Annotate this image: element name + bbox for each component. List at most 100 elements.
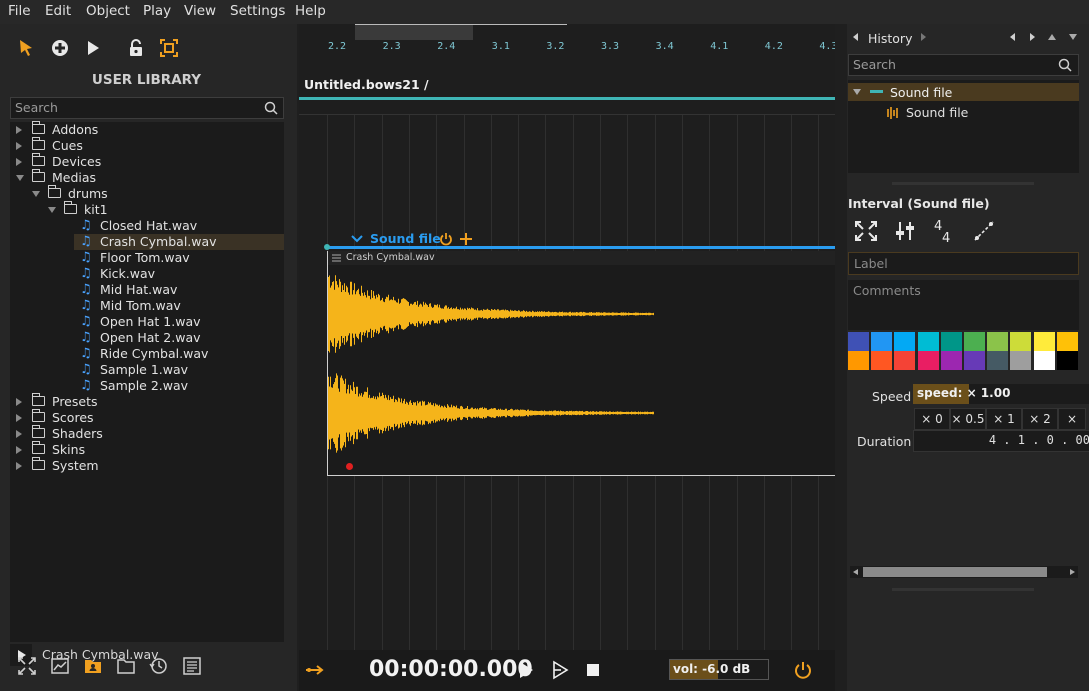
fullscreen-icon[interactable] bbox=[17, 656, 37, 676]
tree-file-item[interactable]: ♫ Mid Tom.wav bbox=[10, 298, 284, 314]
color-swatch[interactable] bbox=[940, 351, 962, 370]
tree-folder-item[interactable]: Devices bbox=[10, 153, 284, 170]
tree-file-item[interactable]: ♫ Crash Cymbal.wav bbox=[74, 234, 284, 250]
create-tool-icon[interactable] bbox=[50, 38, 70, 58]
tree-folder-item[interactable]: drums bbox=[10, 185, 284, 202]
menu-object[interactable]: Object bbox=[86, 3, 130, 19]
comments-input[interactable]: Comments bbox=[848, 280, 1079, 330]
color-swatch[interactable] bbox=[940, 332, 962, 351]
log-icon[interactable] bbox=[182, 656, 202, 676]
chevron-right-icon[interactable] bbox=[16, 430, 22, 438]
horizontal-scrollbar[interactable] bbox=[850, 566, 1078, 578]
color-swatch[interactable] bbox=[871, 351, 893, 370]
play-icon[interactable] bbox=[517, 660, 535, 680]
chevron-down-icon[interactable] bbox=[853, 89, 861, 95]
scroll-left-icon[interactable] bbox=[853, 569, 858, 575]
history-label[interactable]: History bbox=[868, 31, 912, 46]
library-search-input[interactable]: Search bbox=[10, 97, 284, 119]
playhead-marker[interactable] bbox=[346, 463, 353, 470]
color-swatch[interactable] bbox=[1033, 351, 1055, 370]
history-icon[interactable] bbox=[149, 656, 169, 676]
tree-folder-item[interactable]: System bbox=[10, 457, 284, 474]
nav-right-icon[interactable] bbox=[1030, 33, 1036, 41]
tree-file-item[interactable]: ♫ Open Hat 2.wav bbox=[10, 330, 284, 346]
color-swatch[interactable] bbox=[964, 351, 985, 370]
color-swatch[interactable] bbox=[917, 332, 939, 351]
chevron-right-icon[interactable] bbox=[16, 398, 22, 406]
menu-play[interactable]: Play bbox=[143, 3, 171, 19]
nav-up-icon[interactable] bbox=[1048, 34, 1056, 40]
power-icon[interactable] bbox=[439, 232, 453, 246]
arrow-right-icon[interactable] bbox=[921, 33, 927, 41]
tree-file-item[interactable]: ♫ Sample 1.wav bbox=[10, 362, 284, 378]
process-interval-bar[interactable] bbox=[327, 246, 835, 249]
loop-arrow-icon[interactable] bbox=[305, 664, 327, 676]
breadcrumb[interactable]: Untitled.bows21 / bbox=[304, 77, 429, 92]
speed-preset-button[interactable]: × 2 bbox=[1022, 408, 1058, 430]
color-swatch[interactable] bbox=[987, 351, 1009, 370]
color-swatch[interactable] bbox=[894, 351, 916, 370]
play-from-icon[interactable] bbox=[551, 660, 569, 680]
tree-file-item[interactable]: ♫ Ride Cymbal.wav bbox=[10, 346, 284, 362]
user-folder-icon[interactable] bbox=[83, 656, 103, 676]
chevron-down-icon[interactable] bbox=[16, 175, 24, 181]
chevron-right-icon[interactable] bbox=[16, 142, 22, 150]
audio-clip[interactable]: Crash Cymbal.wav bbox=[327, 251, 835, 476]
label-input[interactable]: Label bbox=[848, 252, 1079, 275]
speed-preset-button[interactable]: × 0 bbox=[914, 408, 950, 430]
chevron-down-icon[interactable] bbox=[351, 234, 363, 244]
tree-file-item[interactable]: ♫ Floor Tom.wav bbox=[10, 250, 284, 266]
color-swatch[interactable] bbox=[871, 332, 893, 351]
tree-file-item[interactable]: ♫ Mid Hat.wav bbox=[10, 282, 284, 298]
tree-file-item[interactable]: ♫ Kick.wav bbox=[10, 266, 284, 282]
tree-folder-item[interactable]: kit1 bbox=[10, 201, 284, 218]
score-view[interactable]: 2.2 2.3 2.4 3.1 3.2 3.3 3.4 4.1 4.2 4.3 Untitled.… bbox=[299, 24, 835, 691]
scroll-right-icon[interactable] bbox=[1070, 569, 1075, 575]
nav-down-icon[interactable] bbox=[1069, 34, 1077, 40]
interval-start-handle[interactable] bbox=[324, 244, 330, 250]
menu-icon[interactable] bbox=[332, 254, 341, 262]
chart-icon[interactable] bbox=[50, 656, 70, 676]
chevron-right-icon[interactable] bbox=[16, 158, 22, 166]
expand-icon[interactable] bbox=[854, 220, 878, 242]
curve-icon[interactable] bbox=[973, 220, 995, 242]
tree-folder-item[interactable]: Scores bbox=[10, 409, 284, 426]
color-swatch[interactable] bbox=[964, 332, 985, 351]
chevron-right-icon[interactable] bbox=[16, 462, 22, 470]
color-swatch[interactable] bbox=[1056, 332, 1078, 351]
time-ruler[interactable]: 2.2 2.3 2.4 3.1 3.2 3.3 3.4 4.1 4.2 4.3 bbox=[299, 24, 835, 58]
select-tool-icon[interactable] bbox=[17, 38, 37, 58]
ruler-scrollbar-thumb[interactable] bbox=[355, 24, 473, 40]
audio-engine-power-icon[interactable] bbox=[793, 660, 813, 680]
stop-icon[interactable] bbox=[586, 663, 600, 677]
tree-folder-item[interactable]: Shaders bbox=[10, 425, 284, 442]
menu-help[interactable]: Help bbox=[295, 3, 326, 19]
chevron-right-icon[interactable] bbox=[16, 414, 22, 422]
color-swatch[interactable] bbox=[848, 332, 869, 351]
object-tree-item[interactable]: Sound file bbox=[848, 103, 1079, 121]
menu-file[interactable]: File bbox=[8, 3, 31, 19]
chevron-right-icon[interactable] bbox=[16, 446, 22, 454]
chevron-down-icon[interactable] bbox=[48, 207, 56, 213]
chevron-right-icon[interactable] bbox=[16, 126, 22, 134]
speed-preset-button[interactable]: × 5 bbox=[1058, 408, 1086, 430]
tree-folder-item[interactable]: Addons bbox=[10, 121, 284, 138]
speed-preset-button[interactable]: × 0.5 bbox=[950, 408, 986, 430]
color-swatch[interactable] bbox=[1010, 332, 1032, 351]
tree-folder-item[interactable]: Presets bbox=[10, 393, 284, 410]
chevron-down-icon[interactable] bbox=[32, 191, 40, 197]
add-process-icon[interactable] bbox=[459, 232, 473, 246]
color-swatch[interactable] bbox=[917, 351, 939, 370]
tree-file-item[interactable]: ♫ Closed Hat.wav bbox=[10, 218, 284, 234]
splitter-handle[interactable] bbox=[892, 588, 1034, 591]
menu-view[interactable]: View bbox=[184, 3, 216, 19]
volume-slider[interactable]: vol: -6.0 dB bbox=[669, 659, 769, 680]
color-swatch[interactable] bbox=[1056, 351, 1078, 370]
speed-slider[interactable]: speed: × 1.00 bbox=[913, 384, 1089, 404]
mixer-icon[interactable] bbox=[894, 220, 916, 242]
tree-folder-item[interactable]: Cues bbox=[10, 137, 284, 154]
color-swatch[interactable] bbox=[987, 332, 1009, 351]
history-search-input[interactable]: Search bbox=[848, 54, 1079, 76]
menu-settings[interactable]: Settings bbox=[230, 3, 285, 19]
folder-icon[interactable] bbox=[116, 656, 136, 676]
